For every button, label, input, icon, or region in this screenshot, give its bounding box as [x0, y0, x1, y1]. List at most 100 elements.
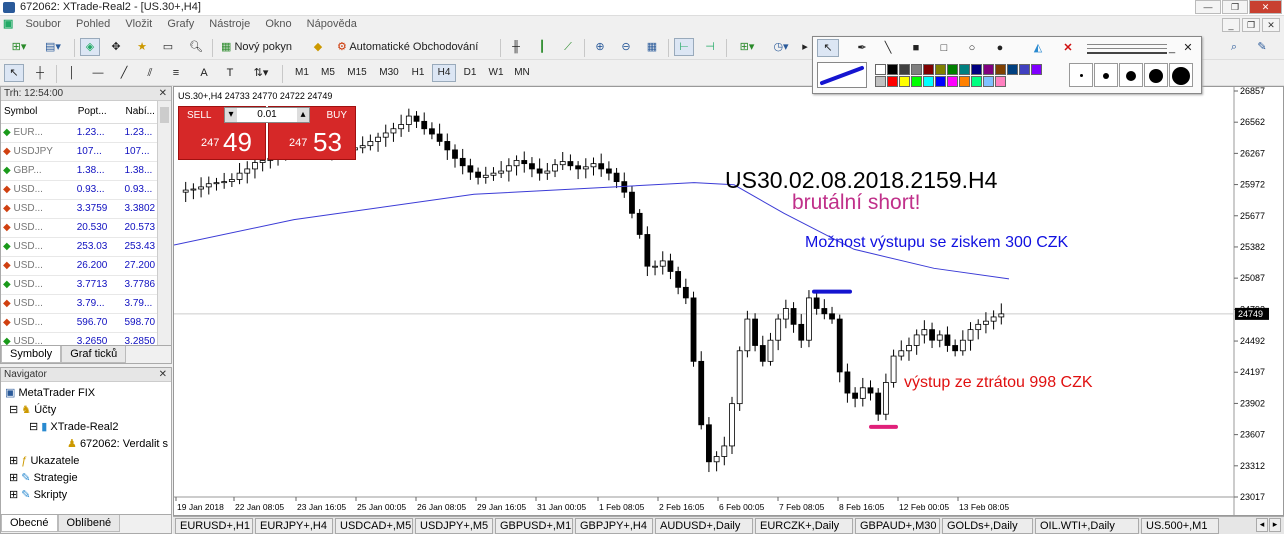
- nav-server[interactable]: ⊟ ▮ XTrade-Real2: [29, 420, 118, 433]
- color-swatch[interactable]: [875, 76, 886, 87]
- col-bid[interactable]: Popt...: [74, 101, 123, 124]
- market-watch-row[interactable]: ◆ USDJPY 107... 107...: [1, 142, 171, 162]
- chart-tab[interactable]: GBPJPY+,H4: [575, 518, 653, 534]
- tile-windows-icon[interactable]: ▦: [642, 38, 662, 56]
- col-symbol[interactable]: Symbol: [1, 101, 75, 124]
- profiles-icon[interactable]: ▤▾: [38, 38, 68, 56]
- color-swatch[interactable]: [971, 64, 982, 75]
- market-watch-row[interactable]: ◆ USD... 0.93... 0.93...: [1, 180, 171, 200]
- horizontal-line-icon[interactable]: —: [88, 64, 108, 82]
- color-swatch[interactable]: [1019, 64, 1030, 75]
- chart-shift-icon[interactable]: ⊣: [700, 38, 720, 56]
- market-watch-row[interactable]: ◆ EUR... 1.23... 1.23...: [1, 123, 171, 143]
- menu-window[interactable]: Okno: [259, 17, 297, 30]
- text-icon[interactable]: A: [194, 64, 214, 82]
- nav-indicators[interactable]: ⊞ ƒ Ukazatele: [9, 454, 79, 467]
- market-watch-icon[interactable]: ◈: [80, 38, 100, 56]
- chart-tab[interactable]: EURUSD+,H1: [175, 518, 253, 534]
- timeframe-m1[interactable]: M1: [290, 64, 314, 82]
- annotation-subtitle[interactable]: brutální short!: [792, 191, 920, 215]
- color-swatch[interactable]: [1031, 64, 1042, 75]
- color-swatch[interactable]: [935, 76, 946, 87]
- bar-chart-icon[interactable]: ╫: [506, 38, 526, 56]
- pen-tool-icon[interactable]: ✒: [851, 39, 873, 57]
- zoom-in-icon[interactable]: ⊕: [590, 38, 610, 56]
- lot-down-icon[interactable]: ▾: [225, 108, 237, 122]
- timeframe-d1[interactable]: D1: [458, 64, 482, 82]
- lot-input[interactable]: ▾ 0.01 ▴: [224, 107, 310, 123]
- periods-icon[interactable]: ◷▾: [766, 38, 796, 56]
- market-watch-scrollbar[interactable]: [157, 101, 171, 345]
- menu-charts[interactable]: Grafy: [161, 17, 200, 30]
- color-swatch[interactable]: [959, 64, 970, 75]
- color-swatch[interactable]: [947, 64, 958, 75]
- tab-favorites[interactable]: Oblíbené: [57, 515, 121, 532]
- nav-account[interactable]: ♟ 672062: Verdalit s: [67, 437, 168, 450]
- brush-size-2[interactable]: [1094, 63, 1118, 87]
- fibonacci-icon[interactable]: ≡: [166, 64, 186, 82]
- equidistant-channel-icon[interactable]: ⫽: [140, 64, 160, 82]
- chart-tab[interactable]: GBPUSD+,M1: [495, 518, 573, 534]
- rect-tool-icon[interactable]: □: [933, 39, 955, 57]
- line-tool-icon[interactable]: ╲: [877, 39, 899, 57]
- nav-root[interactable]: ▣ MetaTrader FIX: [5, 386, 95, 399]
- annotation-profit[interactable]: Možnost výstupu se ziskem 300 CZK: [805, 234, 1068, 252]
- arrows-icon[interactable]: ⇅▾: [246, 64, 276, 82]
- color-swatch[interactable]: [1007, 64, 1018, 75]
- nav-strategies[interactable]: ⊞ ✎ Strategie: [9, 471, 78, 484]
- data-window-icon[interactable]: ✥: [106, 38, 126, 56]
- color-swatch[interactable]: [983, 76, 994, 87]
- close-button[interactable]: ✕: [1249, 0, 1282, 14]
- vertical-line-icon[interactable]: │: [62, 64, 82, 82]
- color-swatch[interactable]: [995, 64, 1006, 75]
- crosshair-icon[interactable]: ┼: [30, 64, 50, 82]
- color-swatch[interactable]: [899, 76, 910, 87]
- color-swatch[interactable]: [899, 64, 910, 75]
- color-swatch[interactable]: [923, 64, 934, 75]
- market-watch-row[interactable]: ◆ USD... 253.03 253.43: [1, 237, 171, 257]
- market-watch-row[interactable]: ◆ USD... 3.7713 3.7786: [1, 275, 171, 295]
- color-swatch[interactable]: [935, 64, 946, 75]
- market-watch-row[interactable]: ◆ USD... 20.530 20.573: [1, 218, 171, 238]
- color-swatch[interactable]: [983, 64, 994, 75]
- timeframe-m5[interactable]: M5: [316, 64, 340, 82]
- menu-file[interactable]: Soubor: [19, 17, 66, 30]
- search-icon[interactable]: ⌕: [1224, 38, 1244, 56]
- minimize-button[interactable]: —: [1195, 0, 1221, 14]
- chart-tab[interactable]: AUDUSD+,Daily: [655, 518, 753, 534]
- current-stroke-preview[interactable]: [817, 62, 867, 88]
- clear-tool-icon[interactable]: ✕: [1057, 39, 1079, 57]
- chart-tab[interactable]: OIL.WTI+,Daily: [1035, 518, 1139, 534]
- nav-scripts[interactable]: ⊞ ✎ Skripty: [9, 488, 67, 501]
- child-restore-button[interactable]: ❐: [1242, 18, 1260, 32]
- market-watch-row[interactable]: ◆ USD... 26.200 27.200: [1, 256, 171, 276]
- tabs-scroll-left-icon[interactable]: ◂: [1256, 518, 1268, 532]
- color-swatch[interactable]: [875, 64, 886, 75]
- color-swatch[interactable]: [959, 76, 970, 87]
- menu-view[interactable]: Pohled: [70, 17, 116, 30]
- annotation-loss[interactable]: výstup ze ztrátou 998 CZK: [904, 374, 1093, 392]
- market-watch-row[interactable]: ◆ GBP... 1.38... 1.38...: [1, 161, 171, 181]
- tab-general[interactable]: Obecné: [1, 515, 58, 532]
- eraser-tool-icon[interactable]: ◭: [1027, 39, 1049, 57]
- cursor-icon[interactable]: ↖: [4, 64, 24, 82]
- chart-tab[interactable]: EURCZK+,Daily: [755, 518, 853, 534]
- new-chart-icon[interactable]: ⊞▾: [4, 38, 34, 56]
- brush-size-1[interactable]: [1069, 63, 1093, 87]
- brush-size-4[interactable]: [1144, 63, 1168, 87]
- color-swatch[interactable]: [887, 76, 898, 87]
- chart-tab[interactable]: US.500+,M1: [1141, 518, 1219, 534]
- line-width-selector[interactable]: [1087, 43, 1167, 55]
- chart-tab[interactable]: USDJPY+,M5: [415, 518, 493, 534]
- drawbar-close-icon[interactable]: ✕: [1181, 39, 1195, 57]
- ellipse-tool-icon[interactable]: ○: [961, 39, 983, 57]
- chart-tab[interactable]: USDCAD+,M5: [335, 518, 413, 534]
- chart-tab[interactable]: EURJPY+,H4: [255, 518, 333, 534]
- trend-line-icon[interactable]: ╱: [114, 64, 134, 82]
- navigator-icon[interactable]: ★: [132, 38, 152, 56]
- menu-help[interactable]: Nápověda: [301, 17, 363, 30]
- brush-size-5[interactable]: [1169, 63, 1193, 87]
- timeframe-w1[interactable]: W1: [484, 64, 508, 82]
- restore-button[interactable]: ❐: [1222, 0, 1248, 14]
- lot-up-icon[interactable]: ▴: [297, 108, 309, 122]
